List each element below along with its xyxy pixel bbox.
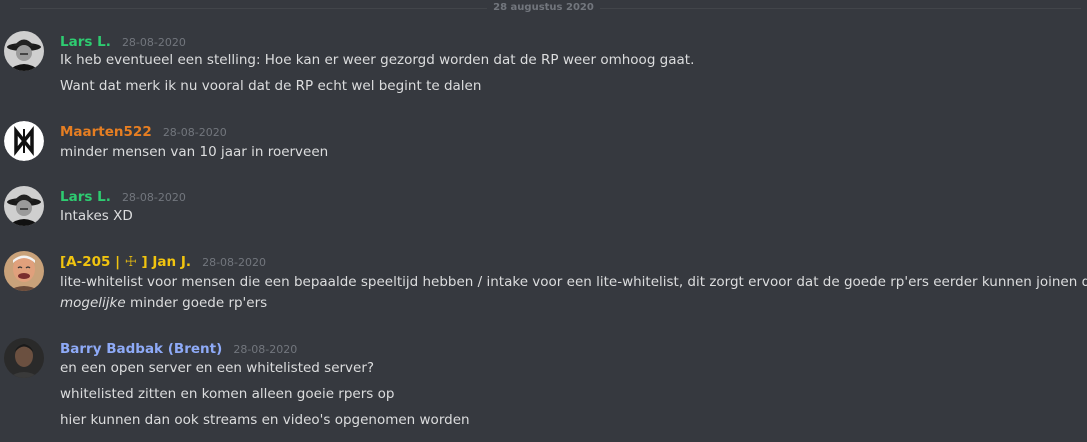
date-divider: 28 augustus 2020 [0, 1, 1087, 15]
user-avatar[interactable] [4, 31, 44, 71]
message-header: Lars L. 28-08-2020 [60, 31, 186, 50]
message-text: whitelisted zitten en komen alleen goeie… [60, 386, 395, 402]
man-with-hat-avatar [4, 186, 44, 226]
message-text-rest: minder goede rp'ers [125, 295, 268, 311]
message-text: en een open server en een whitelisted se… [60, 360, 375, 376]
username[interactable]: Lars L. [60, 189, 111, 205]
timestamp: 28-08-2020 [121, 191, 186, 204]
user-avatar[interactable] [4, 186, 44, 226]
message-header: Barry Badbak (Brent) 28-08-2020 [60, 338, 298, 357]
message-text: Ik heb eventueel een stelling: Hoe kan e… [60, 52, 695, 68]
message-text: Want dat merk ik nu vooral dat de RP ech… [60, 78, 482, 94]
user-avatar[interactable] [4, 338, 44, 378]
user-avatar[interactable] [4, 121, 44, 161]
username[interactable]: Barry Badbak (Brent) [60, 341, 222, 357]
message-header: Maarten522 28-08-2020 [60, 121, 227, 140]
chat-message-list: 28 augustus 2020 Lars L. 28-08-2020 Ik h… [0, 0, 1087, 442]
message-text: mogelijke minder goede rp'ers [60, 293, 267, 313]
message-text: hier kunnen dan ook streams en video's o… [60, 412, 470, 428]
username[interactable]: Lars L. [60, 34, 111, 50]
mw-logo-avatar [4, 121, 44, 161]
message-text: lite-whitelist voor mensen die een bepaa… [60, 274, 1087, 290]
message-header: [A-205 | ☩ ] Jan J. 28-08-2020 [60, 251, 267, 270]
man-with-hat-avatar [4, 31, 44, 71]
date-divider-label: 28 augustus 2020 [487, 2, 600, 13]
timestamp: 28-08-2020 [202, 256, 267, 269]
timestamp: 28-08-2020 [233, 343, 298, 356]
italic-text: mogelijke [60, 295, 126, 311]
message-text: Intakes XD [60, 208, 133, 224]
message-text: minder mensen van 10 jaar in roerveen [60, 144, 329, 160]
laughing-man-avatar [4, 251, 44, 291]
dark-portrait-avatar [4, 338, 44, 378]
username[interactable]: [A-205 | ☩ ] Jan J. [60, 254, 191, 270]
user-avatar[interactable] [4, 251, 44, 291]
timestamp: 28-08-2020 [162, 126, 227, 139]
username[interactable]: Maarten522 [60, 124, 152, 140]
timestamp: 28-08-2020 [121, 36, 186, 49]
message-header: Lars L. 28-08-2020 [60, 186, 186, 205]
